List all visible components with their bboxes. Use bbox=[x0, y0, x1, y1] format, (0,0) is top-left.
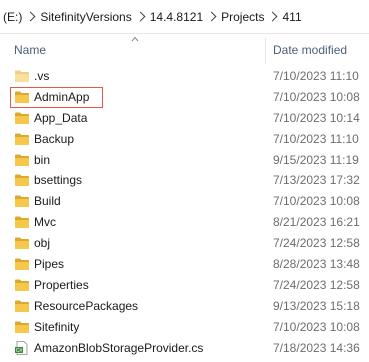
column-header-row: Name Date modified bbox=[0, 34, 369, 64]
folder-name: Build bbox=[34, 194, 61, 209]
date-modified: 7/10/2023 10:08 bbox=[273, 194, 360, 209]
date-modified: 8/28/2023 13:48 bbox=[273, 257, 360, 272]
folder-row[interactable]: Build 7/10/2023 10:08 bbox=[0, 191, 369, 212]
svg-text:C#: C# bbox=[16, 348, 23, 354]
folder-name: Properties bbox=[34, 277, 89, 292]
date-modified: 7/10/2023 11:10 bbox=[273, 131, 359, 146]
folder-icon bbox=[15, 195, 29, 208]
breadcrumb-item-current[interactable]: 411 bbox=[281, 10, 302, 24]
folder-row[interactable]: bsettings 7/13/2023 17:32 bbox=[0, 170, 369, 191]
folder-name: Pipes bbox=[34, 257, 65, 272]
chevron-right-icon[interactable] bbox=[135, 11, 146, 21]
breadcrumb[interactable]: (E:) SitefinityVersions 14.4.8121 Projec… bbox=[0, 0, 369, 34]
date-modified: 7/13/2023 17:32 bbox=[273, 173, 360, 188]
date-modified: 9/15/2023 11:19 bbox=[273, 152, 359, 167]
folder-name: Sitefinity bbox=[34, 319, 80, 334]
folder-icon bbox=[15, 70, 29, 82]
date-modified: 7/24/2023 12:58 bbox=[273, 277, 360, 292]
folder-row[interactable]: Pipes 8/28/2023 13:48 bbox=[0, 254, 369, 275]
folder-row[interactable]: ResourcePackages 9/13/2023 15:18 bbox=[0, 296, 369, 317]
column-header-date-modified[interactable]: Date modified bbox=[273, 43, 347, 57]
column-header-name[interactable]: Name bbox=[14, 43, 46, 57]
folder-row[interactable]: App_Data 7/10/2023 10:14 bbox=[0, 108, 369, 129]
date-modified: 7/18/2023 14:36 bbox=[273, 340, 360, 355]
chevron-right-icon[interactable] bbox=[268, 11, 278, 21]
folder-name: ResourcePackages bbox=[34, 298, 139, 313]
folder-icon bbox=[15, 258, 29, 271]
folder-name: App_Data bbox=[34, 110, 88, 125]
file-row[interactable]: C# AmazonBlobStorageProvider.cs 7/18/2023 … bbox=[0, 338, 369, 359]
folder-row[interactable]: Backup 7/10/2023 11:10 bbox=[0, 129, 369, 150]
folder-row[interactable]: .vs 7/10/2023 11:10 bbox=[0, 66, 369, 87]
folder-row[interactable]: bin 9/15/2023 11:19 bbox=[0, 150, 369, 171]
folder-name: .vs bbox=[34, 69, 50, 83]
breadcrumb-item-projects[interactable]: Projects bbox=[220, 10, 265, 24]
breadcrumb-item-version[interactable]: 14.4.8121 bbox=[149, 10, 204, 24]
folder-icon bbox=[15, 216, 29, 229]
breadcrumb-item-drive[interactable]: (E:) bbox=[2, 10, 23, 24]
folder-icon bbox=[15, 321, 29, 333]
folder-name: Mvc bbox=[34, 215, 56, 230]
date-modified: 7/10/2023 10:08 bbox=[273, 319, 360, 334]
folder-icon bbox=[15, 237, 29, 250]
folder-name: AdminApp bbox=[34, 89, 90, 104]
folder-icon bbox=[15, 154, 29, 166]
folder-row[interactable]: AdminApp 7/10/2023 10:08 bbox=[0, 86, 369, 108]
folder-icon bbox=[15, 91, 29, 103]
folder-icon bbox=[15, 279, 29, 291]
folder-icon bbox=[15, 112, 29, 124]
file-list: .vs 7/10/2023 11:10 AdminApp 7/10/2023 10:0… bbox=[0, 66, 369, 358]
folder-icon bbox=[15, 300, 29, 312]
folder-name: bin bbox=[34, 152, 51, 167]
folder-row[interactable]: Sitefinity 7/10/2023 10:08 bbox=[0, 317, 369, 338]
folder-name: bsettings bbox=[34, 173, 83, 188]
folder-row[interactable]: Properties 7/24/2023 12:58 bbox=[0, 275, 369, 296]
chevron-right-icon[interactable] bbox=[25, 11, 36, 21]
folder-icon bbox=[15, 174, 29, 187]
file-name: AmazonBlobStorageProvider.cs bbox=[34, 340, 204, 355]
date-modified: 7/10/2023 10:08 bbox=[273, 89, 360, 104]
date-modified: 8/21/2023 16:21 bbox=[273, 215, 360, 230]
folder-icon bbox=[15, 133, 29, 145]
date-modified: 7/24/2023 12:58 bbox=[273, 236, 360, 251]
date-modified: 7/10/2023 11:10 bbox=[273, 69, 359, 83]
column-divider[interactable] bbox=[265, 38, 266, 64]
csharp-file-icon: C# bbox=[15, 340, 28, 355]
folder-row[interactable]: Mvc 8/21/2023 16:21 bbox=[0, 212, 369, 233]
chevron-right-icon[interactable] bbox=[206, 11, 217, 21]
folder-name: obj bbox=[34, 236, 51, 251]
date-modified: 9/13/2023 15:18 bbox=[273, 298, 360, 313]
date-modified: 7/10/2023 10:14 bbox=[273, 110, 360, 125]
file-explorer: (E:) SitefinityVersions 14.4.8121 Projec… bbox=[0, 0, 369, 362]
sort-ascending-icon bbox=[131, 36, 139, 42]
folder-row[interactable]: obj 7/24/2023 12:58 bbox=[0, 233, 369, 254]
folder-name: Backup bbox=[34, 131, 75, 146]
breadcrumb-item-sitefinity-versions[interactable]: SitefinityVersions bbox=[39, 10, 132, 24]
